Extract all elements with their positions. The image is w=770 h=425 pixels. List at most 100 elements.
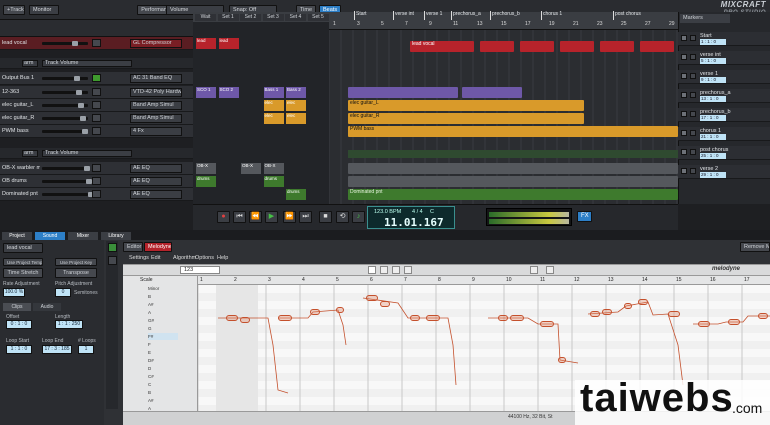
scale-item[interactable]: B [148,293,178,300]
tab-mixer[interactable]: Mixer [68,232,98,240]
subtab-clips[interactable]: Clips [3,303,31,311]
editor-tab[interactable]: Editor [123,242,143,252]
pitch-field[interactable]: 0 [55,288,71,297]
performance-column-header[interactable]: Set 4 [285,14,306,21]
mute-button[interactable] [92,164,101,172]
track-row[interactable]: 12-363 VTD-42 Poly Hardw [0,86,193,99]
tempo-field[interactable]: 123 [180,266,220,274]
play-icon[interactable]: ▶ [265,211,278,223]
track-row[interactable]: Output Bus 1 AC 31 Band EQ [0,72,193,85]
marker-lock-icon[interactable] [681,149,687,155]
marker-time-field[interactable]: 5 : 1 : 0 [700,58,726,64]
note-blob[interactable] [498,315,508,321]
marker-delete-icon[interactable] [690,130,696,136]
marker-list-item[interactable]: chorus 1 21 : 1 : 0 [678,127,770,141]
marker-time-field[interactable]: 17 : 1 : 0 [700,115,726,121]
mute-button[interactable] [92,114,101,122]
arrangement-clip[interactable]: elec guitar_R [348,113,584,124]
pitch-tool-icon[interactable] [380,266,388,274]
fast-forward-icon[interactable]: ⏩ [283,211,296,223]
length-field[interactable]: 1 : 1 : 250 [55,320,83,329]
record-icon[interactable]: ● [217,211,230,223]
effects-slot[interactable]: AC 31 Band EQ [130,74,182,83]
note-blob[interactable] [426,315,440,321]
note-blob[interactable] [540,321,554,327]
automation-parameter-select[interactable]: Track Volume [42,60,132,67]
note-blob[interactable] [510,315,524,321]
scale-item[interactable]: G [148,325,178,332]
note-blob[interactable] [226,315,238,321]
performance-clip[interactable]: elec [263,113,284,124]
effects-slot[interactable]: Band Amp Simul [130,114,182,123]
arrangement-clip[interactable] [440,41,474,52]
performance-column-header[interactable]: Set 3 [262,14,284,21]
note-blob[interactable] [668,311,680,317]
marker-lock-icon[interactable] [681,73,687,79]
use-project-key-button[interactable]: Use Project Key [55,258,97,266]
marker-list-item[interactable]: verse int 5 : 1 : 0 [678,51,770,65]
time-stretch-button[interactable]: Time Stretch [3,268,43,278]
stop-icon[interactable]: ■ [319,211,332,223]
performance-clip[interactable]: OB-X [263,163,284,174]
effects-slot[interactable]: 4 Fx [130,127,182,136]
marker-delete-icon[interactable] [690,54,696,60]
note-blob[interactable] [336,307,344,313]
arrangement-clip[interactable]: Dominated pnt [348,189,678,200]
note-blob[interactable] [310,309,320,315]
volume-fader[interactable] [42,103,88,108]
marker-lock-icon[interactable] [681,168,687,174]
performance-clip[interactable]: OB-X [241,163,261,174]
loops-field[interactable]: 1 [78,345,94,354]
transpose-button[interactable]: Transpose [55,268,97,278]
marker-lock-icon[interactable] [681,35,687,41]
note-blob[interactable] [558,357,566,363]
mute-button[interactable] [92,101,101,109]
scale-item[interactable]: A# [148,397,178,404]
use-project-tempo-button[interactable]: Use Project Tempo [3,258,43,266]
menu-algorithm[interactable]: Algorithm [173,255,196,261]
performance-column-header[interactable]: Set 5 [307,14,329,21]
arrangement-clip[interactable] [348,176,678,187]
volume-fader[interactable] [42,90,88,95]
menu-options[interactable]: Options [195,255,214,261]
note-blob[interactable] [366,295,378,301]
snap-icon[interactable] [546,266,554,274]
loop-start-field[interactable]: 1 : 1 : 0 [6,345,32,354]
marker-time-field[interactable]: 9 : 1 : 0 [700,77,726,83]
rewind-start-icon[interactable]: ⏮ [233,211,246,223]
marker-delete-icon[interactable] [690,111,696,117]
marker-time-field[interactable]: 29 : 1 : 0 [700,172,726,178]
arrangement-clip[interactable] [462,87,522,98]
note-blob[interactable] [758,313,768,319]
track-row[interactable]: Dominated pnt AE EQ [0,188,193,201]
scale-item[interactable]: F [148,341,178,348]
scale-item[interactable]: A# [148,301,178,308]
note-blob[interactable] [380,301,390,307]
performance-clip[interactable]: elec [286,113,306,124]
scale-item[interactable]: D [148,365,178,372]
add-track-button[interactable]: +Track [3,5,25,15]
marker-time-field[interactable]: 1 : 1 : 0 [700,39,726,45]
timeline-marker[interactable]: verse 1 [424,11,442,20]
note-blob[interactable] [278,315,292,321]
arrangement-clip[interactable]: PWM bass [348,126,678,137]
performance-clip[interactable]: SCO 2 [218,87,239,98]
scale-item[interactable]: A [148,309,178,316]
mute-button[interactable] [92,88,101,96]
timing-tool-icon[interactable] [404,266,412,274]
marker-list-item[interactable]: post chorus 25 : 1 : 0 [678,146,770,160]
tab-library[interactable]: Library [101,232,131,240]
performance-clip[interactable]: OB-X [196,163,216,174]
scale-item[interactable]: G# [148,317,178,324]
menu-settings[interactable]: Settings [129,255,149,261]
timeline-marker[interactable]: Start [354,11,367,20]
mute-button[interactable] [92,74,101,82]
marker-time-field[interactable]: 21 : 1 : 0 [700,134,726,140]
scale-item[interactable]: D# [148,357,178,364]
volume-fader[interactable] [42,166,90,171]
effects-slot[interactable]: VTD-42 Poly Hardw [130,88,182,97]
tab-sound[interactable]: Sound [35,232,65,240]
marker-lock-icon[interactable] [681,54,687,60]
rate-field[interactable]: 100.0 % [3,288,25,297]
marker-list-item[interactable]: verse 19 : 1 : 0 [678,70,770,84]
